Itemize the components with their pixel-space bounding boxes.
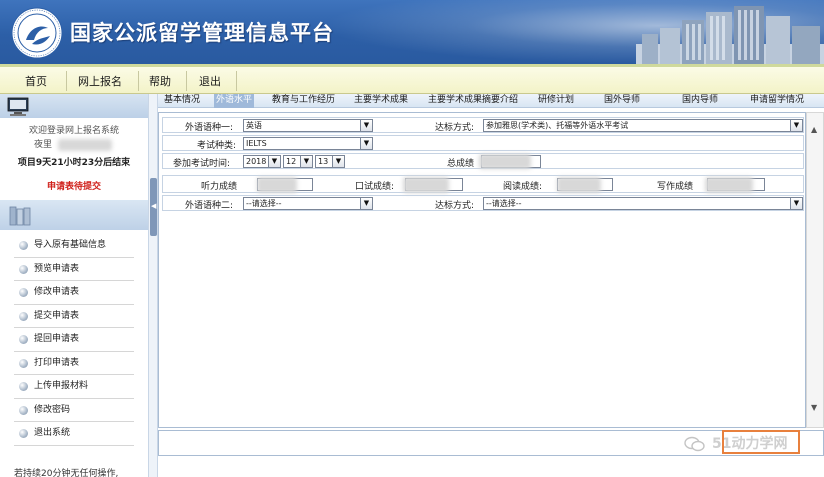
menu-preview-application[interactable]: 预览申请表	[14, 258, 134, 281]
nav-help[interactable]: 帮助	[144, 73, 176, 91]
bullet-icon	[19, 382, 28, 391]
exam-type-label: 考试种类:	[197, 141, 237, 151]
lang1-label: 外语语种一:	[185, 123, 234, 133]
bullet-icon	[19, 311, 28, 321]
lang2-select[interactable]: --请选择-- ▼	[243, 197, 373, 210]
chevron-down-icon: ▼	[790, 198, 802, 209]
exam-day-select[interactable]: 13 ▼	[315, 155, 345, 168]
standard1-select[interactable]: 参加雅思(学术类)、托福等外语水平考试 ▼	[483, 119, 803, 132]
nav-online-registration[interactable]: 网上报名	[72, 73, 128, 91]
redacted-reading-score	[557, 177, 601, 193]
reading-label: 阅读成绩:	[503, 182, 543, 192]
timeout-note: 若持续20分钟无任何操作,	[14, 469, 119, 477]
tab-education-work[interactable]: 教育与工作经历	[272, 94, 335, 108]
sidebar-splitter[interactable]: ◀	[148, 94, 158, 477]
menu-withdraw-application[interactable]: 提回申请表	[14, 328, 134, 352]
exam-date-label: 参加考试时间:	[173, 159, 231, 169]
scroll-down-icon[interactable]: ▼	[811, 403, 817, 412]
bullet-icon	[19, 405, 28, 415]
chevron-down-icon: ▼	[268, 156, 280, 167]
exam-year-select[interactable]: 2018 ▼	[243, 155, 281, 168]
tab-academic-achievements[interactable]: 主要学术成果	[354, 94, 408, 108]
speaking-label: 口试成绩:	[355, 182, 395, 192]
tab-research-plan[interactable]: 研修计划	[538, 94, 574, 108]
content-scrollbar[interactable]: ▲ ▼	[806, 112, 824, 428]
standard2-select[interactable]: --请选择-- ▼	[483, 197, 803, 210]
lang1-select[interactable]: 英语 ▼	[243, 119, 373, 132]
collapse-arrow-icon[interactable]: ◀	[151, 201, 156, 211]
chevron-down-icon: ▼	[300, 156, 312, 167]
watermark-highlight	[722, 430, 800, 454]
redacted-total-score	[479, 154, 531, 169]
buildings-icon	[636, 6, 824, 64]
lang2-label: 外语语种二:	[185, 201, 234, 211]
chevron-down-icon: ▼	[360, 138, 372, 149]
nav-separator	[236, 71, 237, 91]
welcome-text: 欢迎登录网上报名系统	[28, 126, 119, 136]
redacted-username	[58, 139, 112, 151]
bullet-icon	[19, 288, 28, 297]
sidebar: 欢迎登录网上报名系统 夜里 项目9天21小时23分后结束 申请表待提交 导入原有…	[0, 94, 148, 477]
scroll-up-icon[interactable]: ▲	[811, 125, 817, 134]
row-sub-scores: 听力成绩 口试成绩: 阅读成绩: 写作成绩	[162, 175, 804, 193]
chevron-down-icon: ▼	[332, 156, 344, 167]
sidebar-menu: 导入原有基础信息 预览申请表 修改申请表 提交申请表 提回申请表 打印申请表 上…	[14, 234, 134, 446]
bullet-icon	[19, 429, 28, 438]
bullet-icon	[19, 264, 28, 274]
menu-print-application[interactable]: 打印申请表	[14, 352, 134, 375]
form-tabs: 基本情况 外语水平 教育与工作经历 主要学术成果 主要学术成果摘要介绍 研修计划…	[158, 94, 824, 108]
redacted-speaking-score	[403, 177, 449, 193]
bullet-icon	[19, 241, 28, 250]
computer-icon	[7, 97, 29, 116]
bullet-icon	[19, 358, 28, 368]
tab-basic-info[interactable]: 基本情况	[164, 94, 200, 108]
row-exam-date: 参加考试时间: 2018 ▼ 12 ▼ 13 ▼ 总成绩	[162, 153, 804, 169]
header-banner: 国家公派留学管理信息平台	[0, 0, 824, 64]
menu-upload-materials[interactable]: 上传申报材料	[14, 375, 134, 399]
nav-separator	[66, 71, 67, 91]
chevron-down-icon: ▼	[360, 198, 372, 209]
row-exam-type: 考试种类: IELTS ▼	[162, 135, 804, 151]
nav-separator	[186, 71, 187, 91]
bullet-icon	[19, 335, 28, 344]
menu-change-password[interactable]: 修改密码	[14, 399, 134, 422]
row-language-two: 外语语种二: --请选择-- ▼ 达标方式: --请选择-- ▼	[162, 195, 804, 211]
menu-edit-application[interactable]: 修改申请表	[14, 281, 134, 305]
menu-submit-application[interactable]: 提交申请表	[14, 305, 134, 328]
application-status: 申请表待提交	[46, 182, 101, 192]
menu-import-basic-info[interactable]: 导入原有基础信息	[14, 234, 134, 258]
language-form: 外语语种一: 英语 ▼ 达标方式: 参加雅思(学术类)、托福等外语水平考试 ▼ 考试…	[158, 112, 806, 428]
redacted-writing-score	[705, 177, 753, 193]
tab-language-level[interactable]: 外语水平	[214, 94, 255, 108]
menu-exit-system[interactable]: 退出系统	[14, 422, 134, 446]
row-language-one: 外语语种一: 英语 ▼ 达标方式: 参加雅思(学术类)、托福等外语水平考试 ▼	[162, 117, 804, 133]
tab-study-abroad-status[interactable]: 申请留学情况	[750, 94, 804, 108]
sidebar-header	[0, 94, 148, 118]
listening-label: 听力成绩	[201, 182, 238, 192]
tab-domestic-supervisor[interactable]: 国内导师	[682, 94, 718, 108]
nav-logout[interactable]: 退出	[192, 73, 228, 91]
chevron-down-icon: ▼	[790, 120, 802, 131]
tab-foreign-supervisor[interactable]: 国外导师	[604, 94, 640, 108]
exam-month-select[interactable]: 12 ▼	[283, 155, 313, 168]
site-title: 国家公派留学管理信息平台	[70, 21, 334, 45]
nav-separator	[138, 71, 139, 91]
standard2-label: 达标方式:	[435, 201, 475, 211]
logo-icon	[11, 7, 63, 59]
total-score-label: 总成绩	[447, 159, 475, 169]
main-nav: 首页 网上报名 帮助 退出	[0, 64, 824, 94]
chevron-down-icon: ▼	[360, 120, 372, 131]
wechat-icon	[684, 436, 705, 452]
project-countdown: 项目9天21小时23分后结束	[17, 158, 131, 168]
standard1-label: 达标方式:	[435, 123, 475, 133]
sidebar-menu-header	[0, 200, 148, 230]
exam-type-select[interactable]: IELTS ▼	[243, 137, 373, 150]
username-prefix: 夜里	[34, 140, 53, 150]
writing-label: 写作成绩	[657, 182, 694, 192]
tab-achievements-summary[interactable]: 主要学术成果摘要介绍	[428, 94, 518, 108]
redacted-listening-score	[257, 177, 297, 193]
books-icon	[9, 206, 31, 226]
nav-home[interactable]: 首页	[16, 73, 56, 91]
